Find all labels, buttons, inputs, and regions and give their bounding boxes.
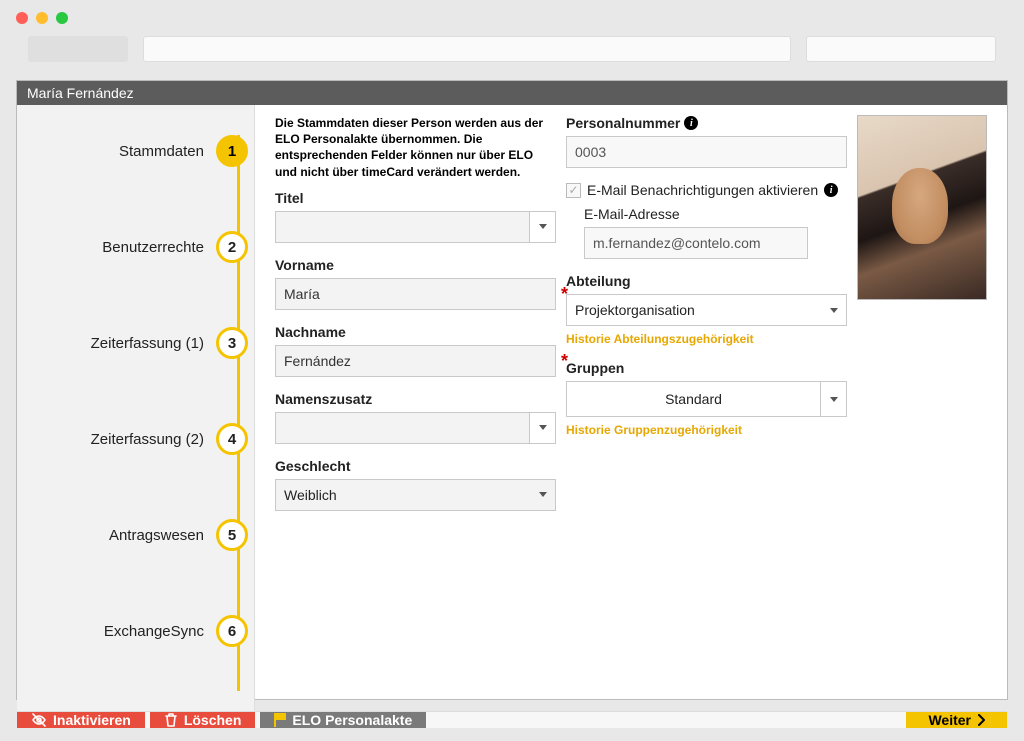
step-number-badge: 5 [216, 519, 248, 551]
window-minimize[interactable] [36, 12, 48, 24]
check-icon: ✓ [568, 184, 578, 196]
step-number-badge: 3 [216, 327, 248, 359]
footer-bar: Inaktivieren Löschen ELO Personalakte We… [17, 711, 1007, 728]
wizard-step-2[interactable]: Benutzerrechte 2 [17, 231, 254, 263]
step-label: ExchangeSync [104, 623, 204, 640]
person-header: María Fernández [17, 81, 1007, 105]
email-notify-label: E-Mail Benachrichtigungen aktivieren [587, 182, 818, 198]
form-area: Die Stammdaten dieser Person werden aus … [255, 105, 1007, 711]
namenszusatz-label: Namenszusatz [275, 391, 556, 407]
wizard-step-1[interactable]: Stammdaten 1 [17, 135, 254, 167]
info-icon[interactable]: i [684, 116, 698, 130]
chevron-down-icon [539, 224, 547, 229]
browser-chrome [0, 0, 1024, 80]
profile-photo [857, 115, 987, 300]
gruppen-select[interactable]: Standard [566, 381, 821, 417]
step-label: Zeiterfassung (1) [91, 335, 204, 352]
email-input[interactable] [584, 227, 808, 259]
step-number-badge: 1 [216, 135, 248, 167]
titel-label: Titel [275, 190, 556, 206]
email-label: E-Mail-Adresse [584, 206, 847, 222]
titel-dropdown-button[interactable] [530, 211, 556, 243]
step-number-badge: 6 [216, 615, 248, 647]
toolbar-slot-1 [28, 36, 128, 62]
geschlecht-value: Weiblich [284, 487, 337, 503]
nachname-input[interactable] [275, 345, 556, 377]
namenszusatz-dropdown-button[interactable] [530, 412, 556, 444]
window-close[interactable] [16, 12, 28, 24]
eye-slash-icon [31, 712, 47, 728]
gruppen-value: Standard [665, 391, 722, 407]
person-name: María Fernández [27, 85, 134, 101]
step-label: Stammdaten [119, 143, 204, 160]
loeschen-button[interactable]: Löschen [150, 712, 256, 728]
geschlecht-select[interactable]: Weiblich [275, 479, 556, 511]
vorname-label: Vorname [275, 257, 556, 273]
chevron-down-icon [539, 425, 547, 430]
info-icon[interactable]: i [824, 183, 838, 197]
geschlecht-label: Geschlecht [275, 458, 556, 474]
namenszusatz-input[interactable] [275, 412, 530, 444]
intro-text: Die Stammdaten dieser Person werden aus … [275, 115, 556, 180]
flag-icon [274, 713, 286, 727]
toolbar-slot-2 [806, 36, 996, 62]
wizard-step-5[interactable]: Antragswesen 5 [17, 519, 254, 551]
step-number-badge: 4 [216, 423, 248, 455]
abteilung-select[interactable]: Projektorganisation [566, 294, 847, 326]
step-label: Benutzerrechte [102, 239, 204, 256]
abteilung-label: Abteilung [566, 273, 847, 289]
wizard-step-4[interactable]: Zeiterfassung (2) 4 [17, 423, 254, 455]
wizard-sidebar: Stammdaten 1 Benutzerrechte 2 Zeiterfassung … [17, 105, 255, 711]
nachname-label: Nachname [275, 324, 556, 340]
chevron-down-icon [830, 397, 838, 402]
personalnummer-label: Personalnummer i [566, 115, 847, 131]
chevron-down-icon [830, 308, 838, 313]
address-bar[interactable] [143, 36, 791, 62]
titel-input[interactable] [275, 211, 530, 243]
vorname-input[interactable] [275, 278, 556, 310]
gruppen-dropdown-button[interactable] [821, 381, 847, 417]
step-label: Zeiterfassung (2) [91, 431, 204, 448]
wizard-step-3[interactable]: Zeiterfassung (1) 3 [17, 327, 254, 359]
elo-personalakte-button[interactable]: ELO Personalakte [260, 712, 426, 728]
step-number-badge: 2 [216, 231, 248, 263]
abteilung-value: Projektorganisation [575, 302, 695, 318]
gruppen-history-link[interactable]: Historie Gruppenzugehörigkeit [566, 423, 847, 437]
chevron-right-icon [977, 714, 985, 726]
form-column-right: Personalnummer i ✓ E-Mail Benachrichtigu… [566, 115, 847, 701]
chevron-down-icon [539, 492, 547, 497]
traffic-lights [0, 0, 1024, 36]
personalnummer-input[interactable] [566, 136, 847, 168]
window-maximize[interactable] [56, 12, 68, 24]
required-star: * [561, 284, 568, 305]
gruppen-label: Gruppen [566, 360, 847, 376]
wizard-step-6[interactable]: ExchangeSync 6 [17, 615, 254, 647]
inaktivieren-button[interactable]: Inaktivieren [17, 712, 145, 728]
abteilung-history-link[interactable]: Historie Abteilungszugehörigkeit [566, 332, 847, 346]
trash-icon [164, 712, 178, 728]
step-label: Antragswesen [109, 527, 204, 544]
app-window: María Fernández Stammdaten 1 Benutzerrecht… [16, 80, 1008, 700]
required-star: * [561, 351, 568, 372]
form-column-left: Die Stammdaten dieser Person werden aus … [275, 115, 556, 701]
email-notify-checkbox[interactable]: ✓ [566, 183, 581, 198]
weiter-button[interactable]: Weiter [906, 712, 1007, 728]
